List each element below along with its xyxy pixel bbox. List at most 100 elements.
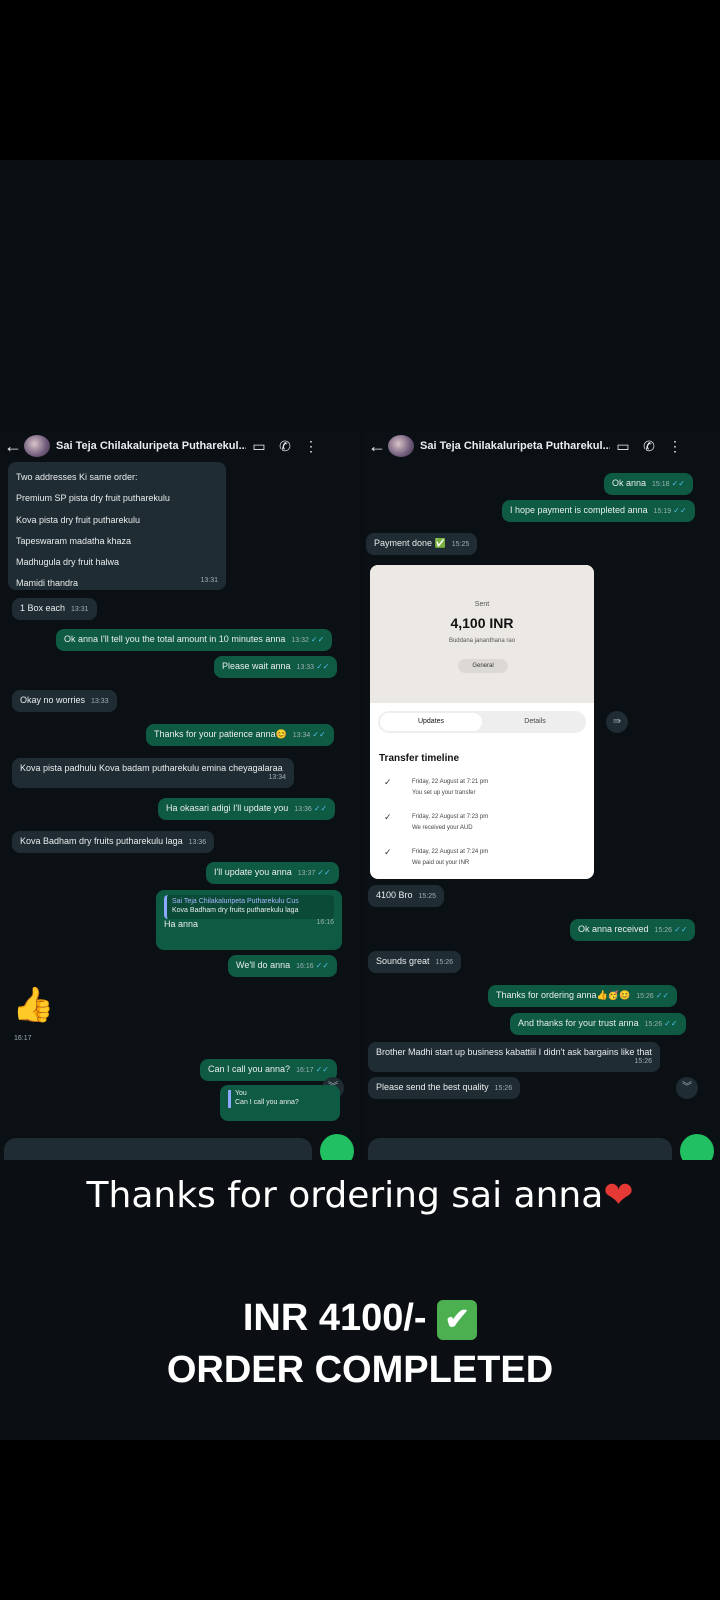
step-date: Friday, 22 August at 7:24 pm [412,849,489,855]
receipt-header: Sent 4,100 INR Buddana janardhana rao Ge… [370,565,594,703]
message-bubble: 4100 Bro 15:25 [368,885,445,907]
message-text: Thanks for your patience anna😊 [154,729,287,739]
reply-preview: You Can I call you anna? [220,1085,340,1121]
message-text: I'll update you anna [214,867,292,877]
reply-quote: You Can I call you anna? [228,1090,332,1108]
mic-button[interactable] [680,1134,714,1160]
message-time: 13:34 [292,732,311,739]
mic-button[interactable] [320,1134,354,1160]
message-time: 13:33 [296,664,315,671]
reply-text: Can I call you anna? [235,1098,299,1106]
message-text: Ha anna [164,918,199,929]
message-bubble: I'll update you anna 13:37 ✓✓ [206,862,339,884]
contact-name[interactable]: Sai Teja Chilakaluripeta Putharekul... [56,440,246,452]
message-input[interactable] [368,1138,672,1160]
check-icon: ✓ [384,812,392,822]
order-line: Two addresses Ki same order: [16,472,138,482]
step-desc: We paid out your INR [412,860,470,867]
message-bubble: Sounds great 15:26 [368,951,462,973]
message-bubble: Thanks for your patience anna😊 13:34 ✓✓ [146,724,334,746]
message-text: Please send the best quality [376,1082,489,1092]
check-mark-icon: ✔ [437,1299,478,1340]
order-line: Premium SP pista dry fruit putharekulu [16,493,170,504]
back-arrow-icon[interactable]: ← [368,436,388,457]
message-bubble: Brother Madhi start up business kabattii… [368,1042,660,1072]
read-ticks-icon: ✓✓ [310,635,325,644]
receipt-amount: 4,100 INR [450,615,514,631]
screen: ← Sai Teja Chilakaluripeta Putharekul...… [0,0,720,1600]
message-bubble: I hope payment is completed anna 15:19 ✓✓ [502,500,695,522]
back-arrow-icon[interactable]: ← [4,436,24,457]
quoted-text: Kova Badham dry fruits putharekulu laga [172,906,299,914]
menu-icon[interactable]: ⋮ [662,438,688,455]
read-ticks-icon: ✓✓ [316,662,330,671]
message-bubble: Please send the best quality 15:26 [368,1077,521,1099]
message-bubble: Thanks for ordering anna👍🥳😊 15:26 ✓✓ [488,985,678,1007]
caption-amount: INR 4100/- [242,1297,427,1339]
contact-name[interactable]: Sai Teja Chilakaluripeta Putharekul... [420,440,610,452]
read-ticks-icon: ✓✓ [317,868,331,877]
read-ticks-icon: ✓✓ [664,1019,678,1028]
order-message: Two addresses Ki same order: Premium SP … [8,462,226,590]
message-text: 1 Box each [20,603,66,613]
avatar[interactable] [24,435,50,457]
message-bubble: Ha okasari adigi I'll update you 13:36 ✓✓ [158,798,336,820]
message-text: Please wait anna [222,661,291,671]
message-time: 15:19 [653,508,672,515]
message-time: 16:17 [14,1035,32,1042]
message-input[interactable] [4,1138,312,1160]
receipt-category-tag: General [458,659,508,673]
message-text: 4100 Bro [376,890,413,900]
message-text: Kova Badham dry fruits putharekulu laga [20,836,183,846]
message-text: Sounds great [376,956,430,966]
caption-thanks-text: Thanks for ordering sai anna [86,1175,604,1216]
order-line: Tapeswaram madatha khaza [16,535,132,546]
message-time: 15:26 [654,927,673,934]
right-chat-header: ← Sai Teja Chilakaluripeta Putharekul...… [364,425,720,467]
message-bubble: Payment done ✅ 15:25 [366,533,478,555]
scroll-down-icon[interactable]: ︾ [676,1077,698,1099]
read-ticks-icon: ✓✓ [312,730,326,739]
message-time: 15:26 [494,1085,513,1092]
message-time: 13:34 [268,774,286,782]
message-bubble: We'll do anna 16:16 ✓✓ [228,955,338,977]
step-date: Friday, 22 August at 7:23 pm [412,814,489,820]
video-call-icon[interactable]: ▭ [246,438,272,455]
read-ticks-icon: ✓✓ [671,479,685,488]
order-line: Mamidi thandra [16,578,79,589]
tab-updates: Updates [380,713,482,731]
message-text: Ok anna received [578,924,649,934]
message-text: Okay no worries [20,695,86,705]
message-time: 15:26 [634,1058,652,1066]
message-bubble: Ok anna 15:18 ✓✓ [604,473,693,495]
receipt-recipient: Buddana janardhana rao [448,638,516,644]
payment-receipt-image[interactable]: Sent 4,100 INR Buddana janardhana rao Ge… [370,565,594,879]
message-time: 13:32 [291,637,309,644]
quoted-message[interactable]: Sai Teja Chilakaluripeta Putharekulu Cus… [164,895,334,919]
message-time: 15:26 [644,1021,663,1028]
read-ticks-icon: ✓✓ [673,506,687,515]
reply-author: You [235,1090,247,1097]
phone-icon[interactable]: ✆ [636,438,662,455]
timeline-title: Transfer timeline [379,753,460,764]
message-time: 16:16 [316,918,334,926]
avatar[interactable] [388,435,414,457]
forward-icon[interactable]: ⇛ [606,711,628,733]
tab-details: Details [524,718,546,725]
message-bubble: Can I call you anna? 16:17 ✓✓ [200,1059,337,1081]
message-text: We'll do anna [236,960,291,970]
message-time: 15:26 [435,959,454,966]
message-text: Kova pista padhulu Kova badam putharekul… [20,763,283,773]
phone-icon[interactable]: ✆ [272,438,298,455]
read-ticks-icon: ✓✓ [315,1065,329,1074]
message-time: 15:25 [570,869,588,876]
message-time: 13:33 [91,698,109,705]
message-time: 15:25 [451,541,470,548]
message-text: Ok anna [612,478,647,488]
message-text: Thanks for ordering anna👍🥳😊 [496,990,631,1000]
order-line: Kova pista dry fruit putharekulu [16,514,141,525]
video-call-icon[interactable]: ▭ [610,438,636,455]
read-ticks-icon: ✓✓ [655,991,670,1000]
check-icon: ✓ [384,847,392,857]
menu-icon[interactable]: ⋮ [298,438,324,455]
